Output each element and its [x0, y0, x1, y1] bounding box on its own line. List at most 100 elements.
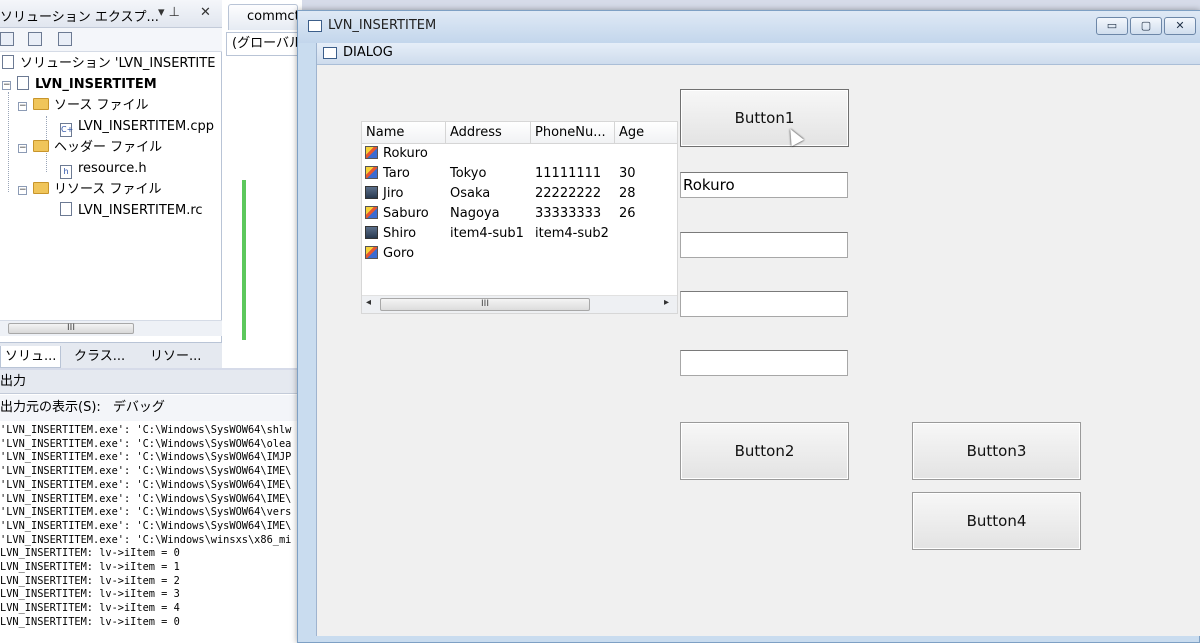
tab-solution[interactable]: ソリュ...: [0, 346, 62, 368]
tab-class[interactable]: クラス...: [70, 346, 129, 368]
column-header-address[interactable]: Address: [446, 122, 531, 144]
cell-phone: 33333333: [535, 206, 602, 221]
cell-phone: 22222222: [535, 186, 602, 201]
close-button[interactable]: ✕: [1164, 17, 1196, 35]
list-header: Name Address PhoneNu... Age: [362, 122, 677, 144]
tab-label: リソー...: [150, 349, 202, 364]
output-line: LVN_INSERTITEM: lv->iItem = 1: [0, 561, 180, 574]
output-line: 'LVN_INSERTITEM.exe': 'C:\Windows\SysWOW…: [0, 451, 292, 464]
list-row[interactable]: Rokuro: [362, 144, 677, 164]
list-scrollbar[interactable]: ◂ III ▸: [362, 295, 677, 313]
output-line: LVN_INSERTITEM: lv->iItem = 2: [0, 574, 180, 587]
refresh-icon[interactable]: [58, 32, 72, 46]
editor-tab-label: commct: [247, 9, 298, 24]
resource-file-icon: [60, 202, 72, 216]
solution-explorer-title: ソリューション エクスプ...: [0, 10, 159, 25]
solution-explorer-toolbar: [0, 28, 222, 52]
edit-field-4[interactable]: [680, 350, 848, 376]
monitor-icon: [365, 226, 378, 239]
pencil-icon: [365, 246, 378, 259]
properties-icon[interactable]: [0, 32, 14, 46]
scope-combo[interactable]: (グローバル: [226, 32, 302, 56]
list-view[interactable]: Name Address PhoneNu... Age Rokuro Taro …: [361, 121, 678, 314]
dialog-window[interactable]: LVN_INSERTITEM ▭ ▢ ✕ DIALOG Name Address…: [297, 10, 1200, 643]
tree-item-header-file[interactable]: h resource.h: [60, 159, 147, 179]
tree-item-project[interactable]: − LVN_INSERTITEM: [2, 75, 157, 95]
tree-item-cpp-file[interactable]: C+ LVN_INSERTITEM.cpp: [60, 117, 214, 137]
cell-address: Nagoya: [450, 206, 500, 221]
button4[interactable]: Button4: [912, 492, 1081, 550]
output-line: 'LVN_INSERTITEM.exe': 'C:\Windows\SysWOW…: [0, 465, 292, 478]
scrollbar-thumb[interactable]: III: [8, 323, 134, 334]
cell-name: Saburo: [383, 206, 429, 221]
project-icon: [17, 76, 29, 90]
tree-item-label: resource.h: [78, 161, 147, 176]
list-row[interactable]: Jiro Osaka 22222222 28: [362, 184, 677, 204]
show-all-files-icon[interactable]: [28, 32, 42, 46]
tree-item-label: LVN_INSERTITEM.cpp: [78, 119, 214, 134]
edit-field-3[interactable]: [680, 291, 848, 317]
scrollbar-thumb[interactable]: III: [380, 298, 590, 311]
tree-item-header-files[interactable]: − ヘッダー ファイル: [18, 138, 162, 158]
output-line: 'LVN_INSERTITEM.exe': 'C:\Windows\SysWOW…: [0, 437, 292, 450]
window-titlebar[interactable]: LVN_INSERTITEM ▭ ▢ ✕: [298, 11, 1200, 43]
tree-line: [8, 92, 9, 192]
cpp-file-icon: C+: [60, 123, 73, 137]
collapse-icon[interactable]: −: [18, 186, 27, 195]
output-source-select[interactable]: デバッグ: [113, 400, 165, 415]
list-row[interactable]: Saburo Nagoya 33333333 26: [362, 204, 677, 224]
monitor-icon: [365, 186, 378, 199]
solution-explorer-scrollbar[interactable]: III: [0, 320, 222, 336]
list-row[interactable]: Goro: [362, 244, 677, 264]
pencil-icon: [365, 206, 378, 219]
cell-name: Rokuro: [383, 146, 428, 161]
edit-field-1[interactable]: Rokuro: [680, 172, 848, 198]
collapse-icon[interactable]: −: [2, 81, 11, 90]
tree-item-resource-files[interactable]: − リソース ファイル: [18, 180, 161, 200]
close-icon[interactable]: ✕: [200, 5, 211, 20]
maximize-button[interactable]: ▢: [1130, 17, 1162, 35]
collapse-icon[interactable]: −: [18, 144, 27, 153]
scroll-left-icon[interactable]: ◂: [366, 297, 371, 308]
output-source-label: 出力元の表示(S):: [0, 400, 101, 415]
output-line: 'LVN_INSERTITEM.exe': 'C:\Windows\SysWOW…: [0, 492, 292, 505]
column-header-name[interactable]: Name: [362, 122, 446, 144]
output-line: 'LVN_INSERTITEM.exe': 'C:\Windows\SysWOW…: [0, 424, 292, 436]
tree-item-source-files[interactable]: − ソース ファイル: [18, 96, 148, 116]
tab-resource[interactable]: リソー...: [146, 346, 205, 368]
cell-address: Tokyo: [450, 166, 487, 181]
solution-explorer-titlebar: ソリューション エクスプ... ▾ ⊥ ✕: [0, 0, 222, 28]
cell-age: 30: [619, 166, 636, 181]
output-titlebar: 出力: [0, 370, 300, 394]
solution-explorer-pane: ソリューション エクスプ... ▾ ⊥ ✕ ソリューション 'LVN_INSER…: [0, 0, 222, 368]
minimize-button[interactable]: ▭: [1096, 17, 1128, 35]
cell-name: Taro: [383, 166, 410, 181]
editor-tab[interactable]: commct: [228, 4, 298, 30]
folder-icon: [33, 182, 49, 194]
list-row[interactable]: Taro Tokyo 11111111 30: [362, 164, 677, 184]
cell-age: 28: [619, 186, 636, 201]
button3[interactable]: Button3: [912, 422, 1081, 480]
button2[interactable]: Button2: [680, 422, 849, 480]
collapse-icon[interactable]: −: [18, 102, 27, 111]
tab-label: クラス...: [74, 349, 126, 364]
column-header-phone[interactable]: PhoneNu...: [531, 122, 615, 144]
scroll-right-icon[interactable]: ▸: [664, 297, 669, 308]
cell-name: Shiro: [383, 226, 417, 241]
pin-icon[interactable]: ▾ ⊥: [158, 5, 180, 20]
cell-name: Goro: [383, 246, 415, 261]
tree-item-rc-file[interactable]: LVN_INSERTITEM.rc: [60, 201, 203, 221]
output-source-bar: 出力元の表示(S): デバッグ: [0, 395, 300, 421]
output-line: LVN_INSERTITEM: lv->iItem = 0: [0, 615, 180, 628]
tree-item-label: LVN_INSERTITEM: [35, 77, 157, 92]
button1[interactable]: Button1: [680, 89, 849, 147]
tree-item-label: ヘッダー ファイル: [54, 140, 163, 155]
header-file-icon: h: [60, 165, 72, 179]
column-header-age[interactable]: Age: [615, 122, 677, 144]
edit-field-2[interactable]: [680, 232, 848, 258]
tree-item-label: ソリューション 'LVN_INSERTITE: [20, 56, 216, 71]
tree-item-solution[interactable]: ソリューション 'LVN_INSERTITE: [2, 54, 215, 74]
list-row[interactable]: Shiro item4-sub1 item4-sub2: [362, 224, 677, 244]
tree-item-label: ソース ファイル: [54, 98, 149, 113]
output-text[interactable]: 'LVN_INSERTITEM.exe': 'C:\Windows\SysWOW…: [0, 424, 300, 634]
